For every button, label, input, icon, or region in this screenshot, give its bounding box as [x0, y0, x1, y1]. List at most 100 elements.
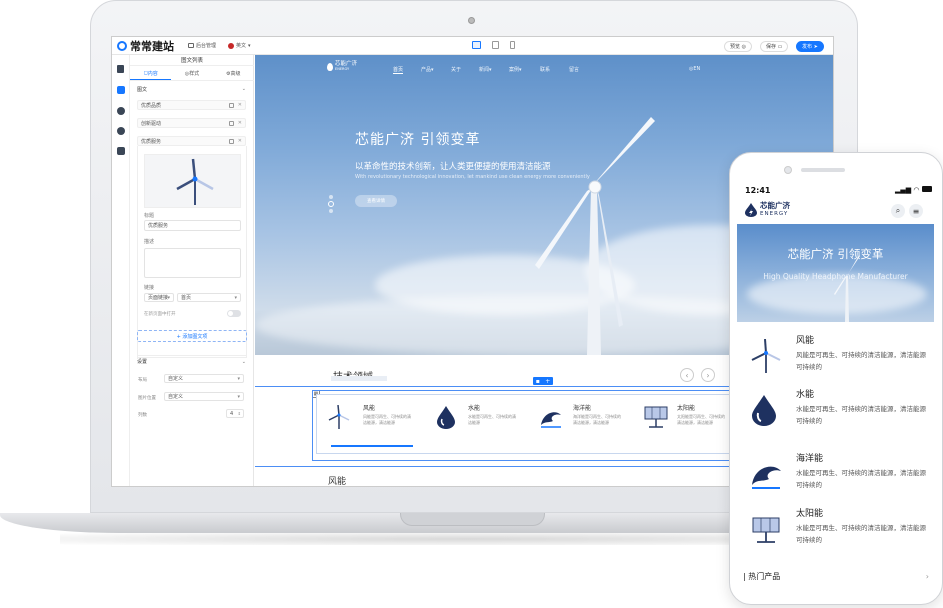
add-item-button[interactable]: + 添加图文项	[137, 330, 247, 342]
solar-panel-icon	[643, 405, 669, 429]
preview-button[interactable]: 预览 ◎	[724, 41, 752, 52]
monitor-icon	[188, 43, 194, 48]
nav-item-cases[interactable]: 案例▾	[509, 66, 522, 73]
list-item[interactable]: 海洋能 水能是可再生、可持续的清洁能源，清洁能源可持续的	[737, 451, 934, 511]
tech-item[interactable]: 风能 风能是可再生、可持续的清洁能源，清洁能源	[363, 403, 411, 426]
wave-icon	[539, 405, 563, 429]
copy-icon[interactable]	[229, 102, 234, 108]
new-window-label: 在新页面中打开	[144, 312, 176, 317]
site-logo[interactable]: 芯能广济 ENERGY	[327, 61, 357, 72]
eye-icon[interactable]	[117, 107, 125, 115]
link-field-label: 链接	[144, 285, 155, 291]
nav-item-about[interactable]: 关于	[451, 66, 461, 73]
components-icon[interactable]	[117, 86, 125, 94]
logo-drop-icon	[327, 63, 333, 71]
description-textarea[interactable]	[144, 248, 241, 278]
panel-tabs: ◻ 内容 ◎ 样式 ⚙ 高级	[130, 67, 254, 81]
list-item[interactable]: 创新驱动 ✕	[137, 118, 246, 128]
tech-item[interactable]: 海洋能 海洋能是可再生、可持续的清洁能源，清洁能源	[573, 403, 621, 426]
close-icon[interactable]: ✕	[238, 138, 242, 144]
close-icon[interactable]: ✕	[238, 120, 242, 126]
new-window-toggle[interactable]	[227, 310, 241, 317]
list-item[interactable]: 太阳能 水能是可再生、可持续的清洁能源，清洁能源可持续的	[737, 506, 934, 566]
laptop-screen: 常常建站 后台管理 英文 ▾ 预览 ◎ 保存 ▭ 发布 ➤ 图文列表 ◻ 内容 ◎…	[111, 36, 834, 487]
tab-advanced[interactable]: ⚙ 高级	[213, 67, 254, 80]
language-select[interactable]: 英文 ▾	[228, 42, 251, 49]
copy-icon[interactable]	[229, 138, 234, 144]
settings-section-header[interactable]: 设置 ⌄	[137, 355, 246, 365]
search-icon[interactable]: ⌕	[891, 204, 905, 218]
logo-en: ENERGY	[335, 67, 350, 71]
phone-logo-en: ENERGY	[760, 211, 789, 217]
phone-logo[interactable]: 芯能广济 ENERGY	[745, 202, 790, 218]
tech-item-desc: 风能是可再生、可持续的清洁能源，清洁能源	[363, 414, 411, 425]
tab-content-label: 内容	[147, 70, 158, 77]
columns-value: 4	[230, 410, 234, 417]
list-item[interactable]: 风能 风能是可再生、可持续的清洁能源，清洁能源可持续的	[737, 333, 934, 393]
tablet-view-icon[interactable]	[492, 41, 499, 49]
carousel-dot[interactable]	[329, 209, 333, 213]
list-item[interactable]: 优质品质 ✕	[137, 100, 246, 110]
tech-item[interactable]: 太阳能 太阳能是可再生、可持续的清洁能源，清洁能源	[677, 403, 725, 426]
brand-name: 常常建站	[130, 39, 174, 53]
brand-logo-icon	[117, 40, 127, 51]
tech-item[interactable]: 水能 水能是可再生、可持续的清洁能源	[468, 403, 516, 426]
hero-subtitle-en: With revolutionary technological innovat…	[355, 174, 590, 180]
nav-item-news[interactable]: 新闻▾	[479, 66, 492, 73]
add-icon[interactable]: +	[545, 378, 550, 385]
copy-icon[interactable]	[229, 120, 234, 126]
nav-lang-label: EN	[693, 66, 701, 72]
publish-button[interactable]: 发布 ➤	[796, 41, 824, 52]
layout-label: 布局	[138, 378, 147, 383]
toggle-knob	[228, 311, 233, 316]
status-icons: ▂▄▆ ◠	[895, 186, 932, 194]
item-image[interactable]	[144, 154, 241, 208]
image-position-select[interactable]: 自定义	[164, 392, 244, 401]
drag-icon[interactable]: ▪	[536, 378, 540, 385]
section-title-underline	[331, 376, 387, 381]
layout-icon[interactable]	[117, 147, 125, 155]
close-icon[interactable]: ✕	[238, 102, 242, 108]
section-graphics-header[interactable]: 图文 ⌄	[137, 84, 246, 94]
link-type-select[interactable]: 页面链接	[144, 293, 174, 302]
wind-turbine-image	[834, 255, 860, 322]
mobile-view-icon[interactable]	[510, 41, 515, 49]
hero-button[interactable]: 查看详情	[355, 195, 397, 207]
tab-content[interactable]: ◻ 内容	[130, 67, 172, 80]
language-label: 英文	[236, 43, 247, 49]
layout-select[interactable]: 自定义	[164, 374, 244, 383]
prev-arrow-button[interactable]: ‹	[680, 368, 694, 382]
list-item-title: 海洋能	[796, 454, 824, 464]
back-admin-button[interactable]: 后台管理	[188, 42, 216, 49]
wind-turbine-image	[535, 117, 655, 355]
brand-logo[interactable]: 常常建站	[117, 38, 174, 54]
carousel-dot-active[interactable]	[328, 201, 334, 207]
battery-icon	[921, 186, 932, 192]
hot-products-link[interactable]: | 热门产品 ›	[743, 569, 931, 583]
nav-item-message[interactable]: 留言	[569, 66, 579, 73]
next-arrow-button[interactable]: ›	[701, 368, 715, 382]
tech-item-desc: 太阳能是可再生、可持续的清洁能源，清洁能源	[677, 414, 725, 425]
tab-style[interactable]: ◎ 样式	[171, 67, 212, 80]
theme-icon[interactable]	[117, 127, 125, 135]
page-icon[interactable]	[117, 65, 124, 73]
stepper-arrows-icon: ⇕	[237, 411, 241, 416]
nav-item-home[interactable]: 首页	[393, 66, 404, 74]
carousel-dot[interactable]	[329, 195, 333, 199]
desktop-view-icon[interactable]	[472, 41, 481, 49]
save-button[interactable]: 保存 ▭	[760, 41, 789, 52]
tech-item-desc: 水能是可再生、可持续的清洁能源	[468, 414, 516, 425]
nav-item-contact[interactable]: 联系	[540, 66, 550, 73]
menu-icon[interactable]: ≡	[909, 204, 923, 218]
link-target-select[interactable]: 首页	[177, 293, 241, 302]
nav-item-products[interactable]: 产品▾	[421, 66, 434, 73]
list-item-title: 水能	[796, 390, 815, 400]
nav-lang-switch[interactable]: ◎EN	[689, 66, 700, 72]
block-toolbar[interactable]: ▪ +	[533, 377, 553, 385]
phone-screen: 12:41 ▂▄▆ ◠ 芯能广济 ENERGY ⌕ ≡ 芯能广济 引领变革 Hig…	[737, 178, 934, 598]
list-item[interactable]: 优质服务 ✕	[137, 136, 246, 146]
title-input[interactable]: 优质服务	[144, 220, 241, 231]
columns-stepper[interactable]: 4 ⇕	[226, 409, 244, 418]
settings-section-label: 设置	[137, 359, 148, 365]
list-item[interactable]: 水能 水能是可再生、可持续的清洁能源，清洁能源可持续的	[737, 387, 934, 447]
